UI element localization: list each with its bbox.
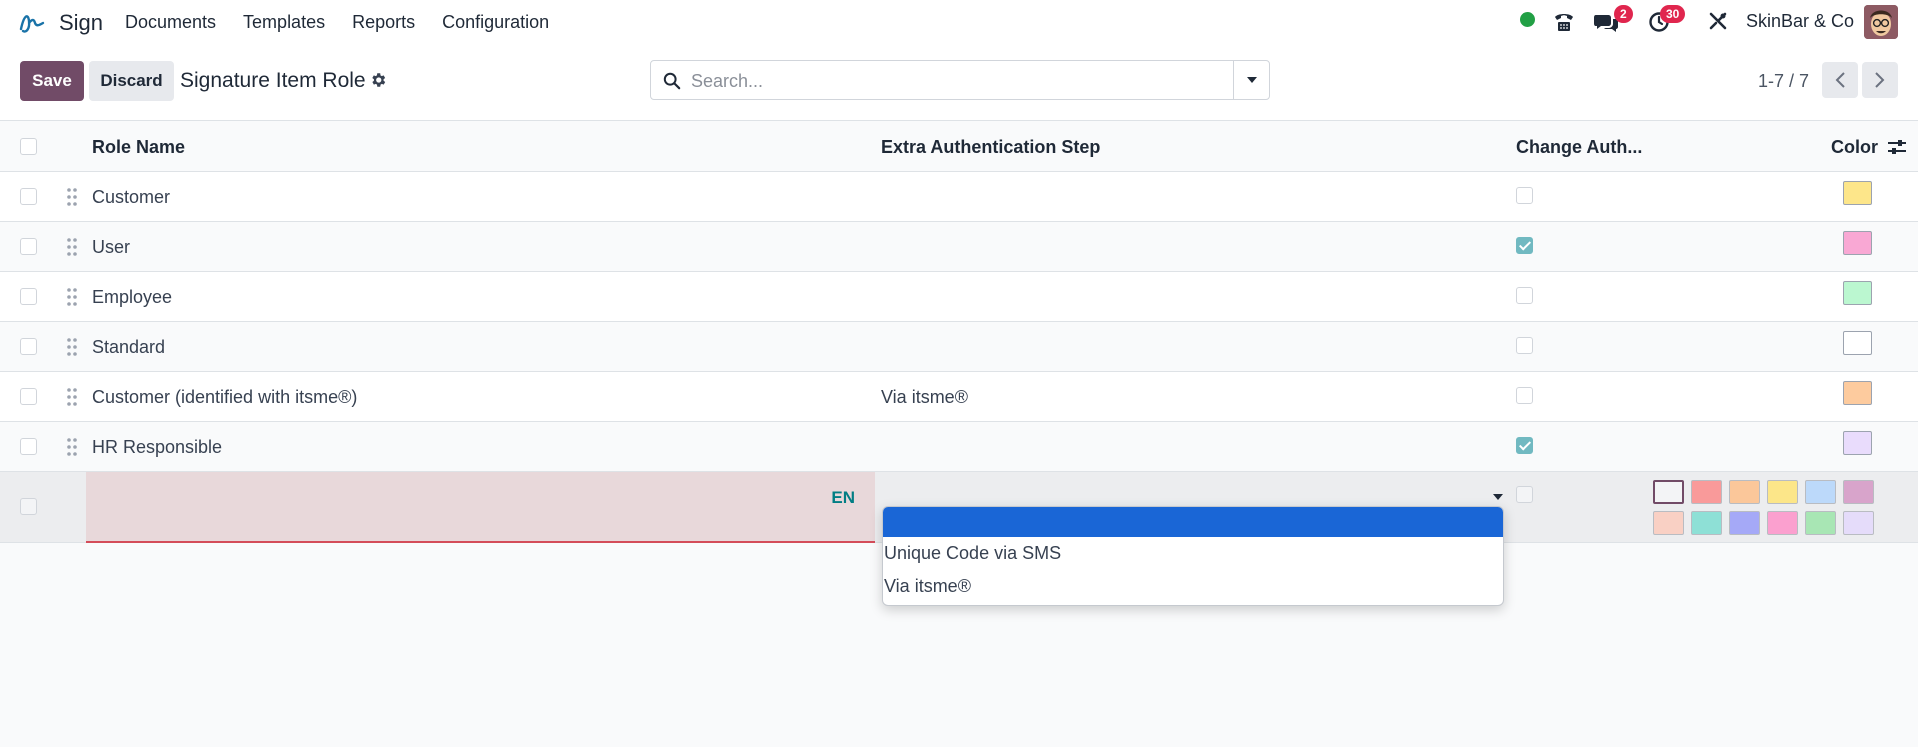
- color-swatch[interactable]: [1843, 331, 1872, 355]
- palette-color-option[interactable]: [1805, 480, 1836, 504]
- dropdown-option-itsme[interactable]: Via itsme®: [883, 570, 1503, 603]
- pager-next-button[interactable]: [1862, 62, 1898, 98]
- change-auth-checkbox[interactable]: [1516, 486, 1533, 503]
- palette-color-option[interactable]: [1843, 511, 1874, 535]
- drag-handle-icon[interactable]: [66, 387, 78, 407]
- menu-reports[interactable]: Reports: [352, 12, 415, 33]
- control-panel: Save Discard Signature Item Role 1-7 / 7: [0, 44, 1918, 121]
- gear-icon[interactable]: [369, 71, 387, 89]
- table-row[interactable]: Customer: [0, 172, 1918, 222]
- color-swatch[interactable]: [1843, 181, 1872, 205]
- change-auth-checkbox[interactable]: [1516, 287, 1533, 304]
- table-header: Role Name Extra Authentication Step Chan…: [0, 121, 1918, 172]
- roles-list-table: Role Name Extra Authentication Step Chan…: [0, 121, 1918, 543]
- row-select-checkbox[interactable]: [20, 338, 37, 355]
- table-row[interactable]: Standard: [0, 322, 1918, 372]
- presence-status-icon: [1520, 12, 1535, 27]
- search-icon: [663, 72, 681, 90]
- dropdown-option-empty[interactable]: [883, 507, 1503, 537]
- change-auth-checkbox[interactable]: [1516, 337, 1533, 354]
- row-select-checkbox[interactable]: [20, 498, 37, 515]
- role-name-cell[interactable]: Customer: [92, 187, 170, 208]
- chevron-right-icon: [1875, 72, 1885, 88]
- change-auth-checkbox[interactable]: [1516, 437, 1533, 454]
- caret-down-icon: [1246, 77, 1257, 83]
- row-select-checkbox[interactable]: [20, 438, 37, 455]
- pager-previous-button[interactable]: [1822, 62, 1858, 98]
- debug-tools-icon[interactable]: [1708, 11, 1728, 31]
- column-change-authentication[interactable]: Change Auth...: [1516, 137, 1642, 158]
- color-swatch[interactable]: [1843, 431, 1872, 455]
- table-row[interactable]: User: [0, 222, 1918, 272]
- activities-count-badge: 30: [1660, 5, 1686, 23]
- column-color[interactable]: Color: [1831, 137, 1878, 158]
- palette-color-option[interactable]: [1729, 480, 1760, 504]
- top-navbar: Sign Documents Templates Reports Configu…: [0, 0, 1918, 44]
- chevron-left-icon: [1835, 72, 1845, 88]
- role-name-cell[interactable]: User: [92, 237, 130, 258]
- color-swatch[interactable]: [1843, 281, 1872, 305]
- search-input[interactable]: [691, 69, 1211, 93]
- main-menu: Documents Templates Reports Configuratio…: [125, 12, 576, 33]
- palette-color-option[interactable]: [1653, 511, 1684, 535]
- palette-color-option[interactable]: [1767, 480, 1798, 504]
- table-row[interactable]: Customer (identified with itsme®) Via its…: [0, 372, 1918, 422]
- change-auth-checkbox[interactable]: [1516, 237, 1533, 254]
- company-switcher[interactable]: SkinBar & Co: [1746, 11, 1854, 32]
- search-options-toggle[interactable]: [1233, 61, 1269, 99]
- optional-columns-icon[interactable]: [1887, 138, 1907, 156]
- palette-color-option[interactable]: [1653, 480, 1684, 504]
- role-name-cell[interactable]: Standard: [92, 337, 165, 358]
- row-select-checkbox[interactable]: [20, 188, 37, 205]
- user-avatar[interactable]: [1864, 5, 1898, 39]
- palette-color-option[interactable]: [1767, 511, 1798, 535]
- drag-handle-icon[interactable]: [66, 437, 78, 457]
- change-auth-checkbox[interactable]: [1516, 387, 1533, 404]
- phone-icon[interactable]: [1552, 10, 1576, 34]
- role-name-cell[interactable]: Customer (identified with itsme®): [92, 387, 357, 408]
- role-name-cell[interactable]: Employee: [92, 287, 172, 308]
- extra-auth-cell[interactable]: Via itsme®: [881, 387, 968, 408]
- messages-count-badge: 2: [1614, 5, 1633, 23]
- role-name-input[interactable]: EN: [86, 472, 875, 543]
- palette-color-option[interactable]: [1691, 511, 1722, 535]
- row-select-checkbox[interactable]: [20, 238, 37, 255]
- palette-color-option[interactable]: [1691, 480, 1722, 504]
- palette-color-option[interactable]: [1805, 511, 1836, 535]
- pager-value[interactable]: 1-7 / 7: [1758, 71, 1809, 92]
- column-extra-authentication-step[interactable]: Extra Authentication Step: [881, 137, 1100, 158]
- palette-color-option[interactable]: [1843, 480, 1874, 504]
- role-name-cell[interactable]: HR Responsible: [92, 437, 222, 458]
- translate-language-button[interactable]: EN: [831, 488, 855, 508]
- column-role-name[interactable]: Role Name: [92, 137, 185, 158]
- app-name[interactable]: Sign: [59, 10, 103, 36]
- menu-configuration[interactable]: Configuration: [442, 12, 549, 33]
- table-row[interactable]: Employee: [0, 272, 1918, 322]
- table-row[interactable]: HR Responsible: [0, 422, 1918, 472]
- dropdown-option-sms[interactable]: Unique Code via SMS: [883, 537, 1503, 570]
- row-select-checkbox[interactable]: [20, 388, 37, 405]
- drag-handle-icon[interactable]: [66, 237, 78, 257]
- color-swatch[interactable]: [1843, 231, 1872, 255]
- palette-color-option[interactable]: [1729, 511, 1760, 535]
- search-bar: [650, 60, 1270, 100]
- drag-handle-icon[interactable]: [66, 337, 78, 357]
- page-title: Signature Item Role: [180, 69, 366, 92]
- sign-app-icon[interactable]: [18, 9, 46, 37]
- drag-handle-icon[interactable]: [66, 187, 78, 207]
- row-select-checkbox[interactable]: [20, 288, 37, 305]
- auth-select-caret-icon[interactable]: [1493, 494, 1503, 500]
- menu-documents[interactable]: Documents: [125, 12, 216, 33]
- drag-handle-icon[interactable]: [66, 287, 78, 307]
- extra-auth-dropdown: Unique Code via SMS Via itsme®: [882, 506, 1504, 606]
- change-auth-checkbox[interactable]: [1516, 187, 1533, 204]
- save-button[interactable]: Save: [20, 61, 84, 101]
- menu-templates[interactable]: Templates: [243, 12, 325, 33]
- discard-button[interactable]: Discard: [89, 61, 174, 101]
- select-all-checkbox[interactable]: [20, 138, 37, 155]
- color-swatch[interactable]: [1843, 381, 1872, 405]
